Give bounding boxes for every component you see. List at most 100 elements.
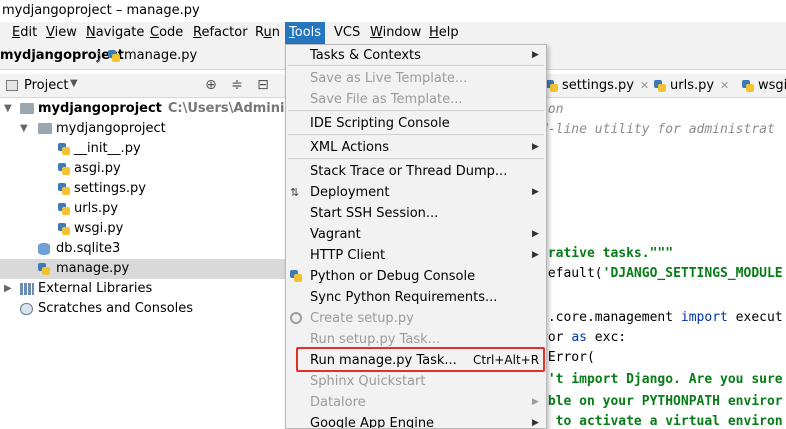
breadcrumb-file[interactable]: manage.py	[124, 48, 197, 63]
code-line: t to activate a virtual environ	[540, 414, 783, 429]
tools-menu-item[interactable]: Stack Trace or Thread Dump...	[286, 161, 546, 182]
tools-menu-item: Run setup.py Task...	[286, 329, 546, 350]
editor-tabs: settings.py ✕ urls.py ✕ wsgi	[540, 74, 786, 98]
tools-menu-item-label: HTTP Client	[310, 248, 386, 263]
tools-menu-item-label: Start SSH Session...	[310, 206, 439, 221]
tools-menu-item[interactable]: IDE Scripting Console	[286, 113, 546, 134]
tools-menu-item-label: Stack Trace or Thread Dump...	[310, 164, 508, 179]
chevron-down-icon[interactable]: ▼	[20, 119, 28, 139]
tree-item[interactable]: ▶ External Libraries	[0, 279, 285, 299]
code-line: d-line utility for administrat	[540, 122, 775, 137]
tools-menu-item[interactable]: XML Actions ▶	[286, 137, 546, 158]
tree-item-label: External Libraries	[38, 281, 153, 296]
tools-menu-item: Save File as Template...	[286, 89, 546, 110]
tree-item[interactable]: manage.py	[0, 259, 285, 279]
tab-settings-py[interactable]: settings.py ✕	[546, 74, 649, 97]
tools-menu-item[interactable]: Vagrant ▶	[286, 224, 546, 245]
tree-item[interactable]: settings.py	[0, 179, 285, 199]
tools-menu-item[interactable]: Tasks & Contexts ▶	[286, 45, 546, 66]
python-file-icon	[654, 80, 666, 92]
tools-menu-item[interactable]: Sync Python Requirements...	[286, 287, 546, 308]
python-file-icon	[58, 143, 70, 155]
tools-menu-item-label: Vagrant	[310, 227, 361, 242]
code-line: tError(	[540, 350, 595, 365]
tab-label: wsgi	[758, 78, 786, 93]
tools-menu-item-label: Save File as Template...	[310, 92, 463, 107]
menu-run[interactable]: Run	[251, 22, 284, 44]
tree-item-label: wsgi.py	[74, 221, 124, 236]
project-view-label[interactable]: Project	[24, 78, 68, 93]
close-icon[interactable]: ✕	[640, 79, 649, 92]
submenu-arrow-icon: ▶	[532, 229, 539, 239]
tools-menu-item-label: Sphinx Quickstart	[310, 374, 426, 389]
tab-label: settings.py	[562, 78, 634, 93]
chevron-down-icon[interactable]: ▼	[70, 78, 78, 89]
close-icon[interactable]: ✕	[720, 79, 729, 92]
tools-menu-item[interactable]: ⇅ Deployment ▶	[286, 182, 546, 203]
menu-code[interactable]: Code	[146, 22, 187, 44]
tools-menu-item-label: Sync Python Requirements...	[310, 290, 498, 305]
tools-menu-item: Create setup.py	[286, 308, 546, 329]
submenu-arrow-icon: ▶	[532, 50, 539, 60]
tree-item-label: __init__.py	[74, 141, 141, 156]
tools-menu-item-label: Deployment	[310, 185, 390, 200]
menu-window[interactable]: Window	[366, 22, 425, 44]
scratches-icon	[20, 303, 33, 315]
folder-icon	[20, 103, 34, 114]
database-icon	[38, 243, 50, 255]
expand-all-icon[interactable]: ≑	[228, 77, 246, 93]
menu-edit[interactable]: Edit	[8, 22, 41, 44]
menu-help[interactable]: Help	[425, 22, 463, 44]
menu-vcs[interactable]: VCS	[330, 22, 364, 44]
tools-menu-item[interactable]: Start SSH Session...	[286, 203, 546, 224]
tree-item-label: db.sqlite3	[56, 241, 121, 256]
chevron-down-icon[interactable]: ▼	[4, 99, 12, 119]
tools-menu-item-label: Datalore	[310, 395, 366, 410]
tools-menu-item-label: Create setup.py	[310, 311, 414, 326]
tree-item[interactable]: db.sqlite3	[0, 239, 285, 259]
tree-item[interactable]: ▼ mydjangoproject	[0, 119, 285, 139]
menu-view[interactable]: View	[42, 22, 81, 44]
tools-menu-item[interactable]: Run manage.py Task... Ctrl+Alt+R	[286, 350, 546, 371]
python-file-icon	[58, 163, 70, 175]
python-file-icon	[546, 80, 558, 92]
tools-menu-item: Sphinx Quickstart	[286, 371, 546, 392]
tree-item[interactable]: asgi.py	[0, 159, 285, 179]
tree-item[interactable]: ▼ mydjangoproject C:\Users\Administrator	[0, 99, 335, 119]
menu-separator	[288, 110, 544, 111]
tree-item-label: manage.py	[56, 261, 130, 276]
tree-item[interactable]: __init__.py	[0, 139, 285, 159]
tree-item[interactable]: urls.py	[0, 199, 285, 219]
submenu-arrow-icon: ▶	[532, 142, 539, 152]
tools-menu-item-label: Run setup.py Task...	[310, 332, 441, 347]
tree-item-label: asgi.py	[74, 161, 121, 176]
python-file-icon	[58, 203, 70, 215]
tools-menu-item-label: IDE Scripting Console	[310, 116, 450, 131]
shortcut-label: Ctrl+Alt+R	[473, 353, 540, 367]
project-tree: ▼ mydjangoproject C:\Users\Administrator ▼ m…	[0, 98, 335, 429]
tools-menu-item-label: Save as Live Template...	[310, 71, 468, 86]
tools-menu-item[interactable]: Python or Debug Console	[286, 266, 546, 287]
chevron-right-icon[interactable]: ▶	[4, 279, 12, 299]
collapse-all-icon[interactable]: ⊟	[254, 77, 272, 93]
project-view-icon	[6, 80, 18, 91]
code-line: ror as exc:	[540, 330, 627, 345]
tools-menu-item[interactable]: Google App Engine ▶	[286, 413, 546, 428]
menu-tools[interactable]: Tools	[285, 22, 326, 44]
locate-icon[interactable]: ⊕	[202, 77, 220, 93]
tree-item[interactable]: wsgi.py	[0, 219, 285, 239]
submenu-arrow-icon: ▶	[532, 250, 539, 260]
tree-item-label: settings.py	[74, 181, 146, 196]
tools-menu-item[interactable]: HTTP Client ▶	[286, 245, 546, 266]
submenu-arrow-icon: ▶	[532, 418, 539, 428]
tab-wsgi[interactable]: wsgi	[742, 74, 786, 97]
python-file-icon	[58, 223, 70, 235]
library-icon	[20, 283, 34, 295]
menu-navigate[interactable]: Navigate	[82, 22, 148, 44]
code-editor[interactable]: hon d-line utility for administrat trative…	[540, 98, 786, 429]
menu-refactor[interactable]: Refactor	[189, 22, 252, 44]
tree-item[interactable]: Scratches and Consoles	[0, 299, 285, 319]
python-console-icon	[290, 270, 302, 282]
tab-urls-py[interactable]: urls.py ✕	[654, 74, 729, 97]
python-file-icon	[58, 183, 70, 195]
